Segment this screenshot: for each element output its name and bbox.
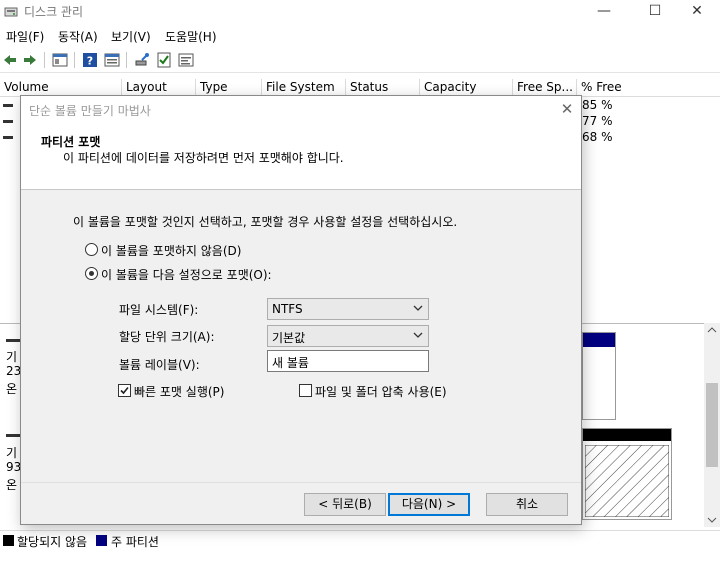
- disk1-line: 온: [6, 478, 18, 492]
- menu-view[interactable]: 보기(V): [111, 28, 151, 45]
- scroll-down-icon[interactable]: [707, 517, 717, 523]
- allocation-unit-value: 기본값: [272, 331, 306, 345]
- help-icon[interactable]: ?: [82, 52, 98, 68]
- toolbar-separator: [126, 52, 127, 68]
- close-button[interactable]: ✕: [674, 0, 720, 24]
- unallocated-swatch: [3, 535, 14, 546]
- file-system-select[interactable]: NTFS: [267, 298, 429, 320]
- properties-icon[interactable]: [52, 52, 68, 68]
- forward-icon[interactable]: [22, 52, 38, 68]
- menu-bar: 파일(F) 동작(A) 보기(V) 도움말(H): [0, 25, 720, 47]
- unallocated-bar: [583, 429, 671, 441]
- checkmark-icon: [120, 386, 129, 395]
- primary-partition-swatch: [96, 535, 107, 546]
- wizard-title: 단순 볼륨 만들기 마법사: [29, 104, 151, 118]
- legend-bar: 할당되지 않음 주 파티션: [0, 530, 720, 550]
- menu-help[interactable]: 도움말(H): [165, 28, 217, 45]
- volume-row-icon: [3, 136, 13, 139]
- radio-selected-dot: [89, 271, 94, 276]
- file-system-value: NTFS: [272, 302, 303, 316]
- legend-unallocated: 할당되지 않음: [17, 535, 88, 549]
- radio-format-circle[interactable]: [85, 267, 98, 280]
- volume-free-percent: 68 %: [582, 130, 613, 144]
- radio-format-label[interactable]: 이 볼륨을 다음 설정으로 포맷(O):: [101, 266, 272, 283]
- svg-text:?: ?: [87, 55, 93, 68]
- disk1-line: 93: [6, 460, 22, 474]
- disk-management-app-icon: [4, 7, 18, 17]
- radio-no-format-circle[interactable]: [85, 243, 98, 256]
- checklist-icon[interactable]: [156, 52, 172, 68]
- menu-action[interactable]: 동작(A): [58, 28, 98, 45]
- file-system-label: 파일 시스템(F):: [119, 303, 199, 317]
- quick-format-checkbox[interactable]: [118, 384, 131, 397]
- disk0-line: 기: [6, 350, 18, 364]
- volume-label-value: 새 볼륨: [272, 356, 309, 370]
- volume-label-input[interactable]: 새 볼륨: [267, 350, 429, 372]
- wizard-close-button[interactable]: ✕: [555, 98, 579, 120]
- column-percent-free[interactable]: % Free: [577, 79, 720, 97]
- allocation-unit-label: 할당 단위 크기(A):: [119, 330, 215, 344]
- toolbar-separator: [44, 52, 45, 68]
- volume-free-percent: 77 %: [582, 114, 613, 128]
- back-icon[interactable]: [2, 52, 18, 68]
- title-bar: 디스크 관리 — ☐ ✕: [0, 0, 720, 24]
- connect-disk-icon[interactable]: [134, 52, 150, 68]
- toolbar: ?: [0, 48, 720, 73]
- quick-format-label[interactable]: 빠른 포맷 실행(P): [134, 383, 224, 400]
- disk-icon: [6, 339, 20, 342]
- scroll-up-icon[interactable]: [707, 327, 717, 333]
- disk0-line: 온: [6, 382, 18, 396]
- unallocated-hatch: [585, 445, 669, 517]
- list-view-icon[interactable]: [104, 52, 120, 68]
- allocation-unit-select[interactable]: 기본값: [267, 325, 429, 347]
- disk1-line: 기: [6, 446, 18, 460]
- compression-checkbox[interactable]: [299, 384, 312, 397]
- next-button[interactable]: 다음(N) >: [388, 493, 470, 516]
- primary-partition-bar: [583, 333, 615, 347]
- volume-label-label: 볼륨 레이블(V):: [119, 358, 200, 372]
- volume-free-percent: 85 %: [582, 98, 613, 112]
- cancel-button[interactable]: 취소: [486, 493, 568, 516]
- radio-no-format-label[interactable]: 이 볼륨을 포맷하지 않음(D): [101, 242, 241, 259]
- volume-row-icon: [3, 120, 13, 123]
- wizard-header: 단순 볼륨 만들기 마법사 ✕ 파티션 포맷 이 파티션에 데이터를 저장하려면…: [21, 96, 581, 190]
- primary-partition-block[interactable]: [582, 332, 616, 420]
- menu-file[interactable]: 파일(F): [6, 28, 44, 45]
- format-instruction: 이 볼륨을 포맷할 것인지 선택하고, 포맷할 경우 사용할 설정을 선택하십시…: [73, 215, 458, 229]
- toolbar-separator: [74, 52, 75, 68]
- legend-primary-partition: 주 파티션: [111, 535, 159, 549]
- volume-row-icon: [3, 104, 13, 107]
- back-button[interactable]: < 뒤로(B): [304, 493, 386, 516]
- button-area-divider: [21, 482, 581, 483]
- chevron-down-icon: [413, 332, 423, 338]
- disk0-line: 23: [6, 364, 22, 378]
- maximize-button[interactable]: ☐: [632, 0, 678, 24]
- scrollbar-thumb[interactable]: [706, 383, 718, 467]
- wizard-page-subheading: 이 파티션에 데이터를 저장하려면 먼저 포맷해야 합니다.: [63, 151, 344, 165]
- create-simple-volume-wizard: 단순 볼륨 만들기 마법사 ✕ 파티션 포맷 이 파티션에 데이터를 저장하려면…: [20, 95, 582, 525]
- unallocated-space-block[interactable]: [582, 428, 672, 520]
- chevron-down-icon: [413, 305, 423, 311]
- window-title: 디스크 관리: [24, 5, 84, 19]
- compression-label[interactable]: 파일 및 폴더 압축 사용(E): [315, 383, 447, 400]
- wizard-page-heading: 파티션 포맷: [41, 135, 101, 149]
- console-icon[interactable]: [178, 52, 194, 68]
- minimize-button[interactable]: —: [581, 0, 627, 24]
- disk-icon: [6, 434, 20, 437]
